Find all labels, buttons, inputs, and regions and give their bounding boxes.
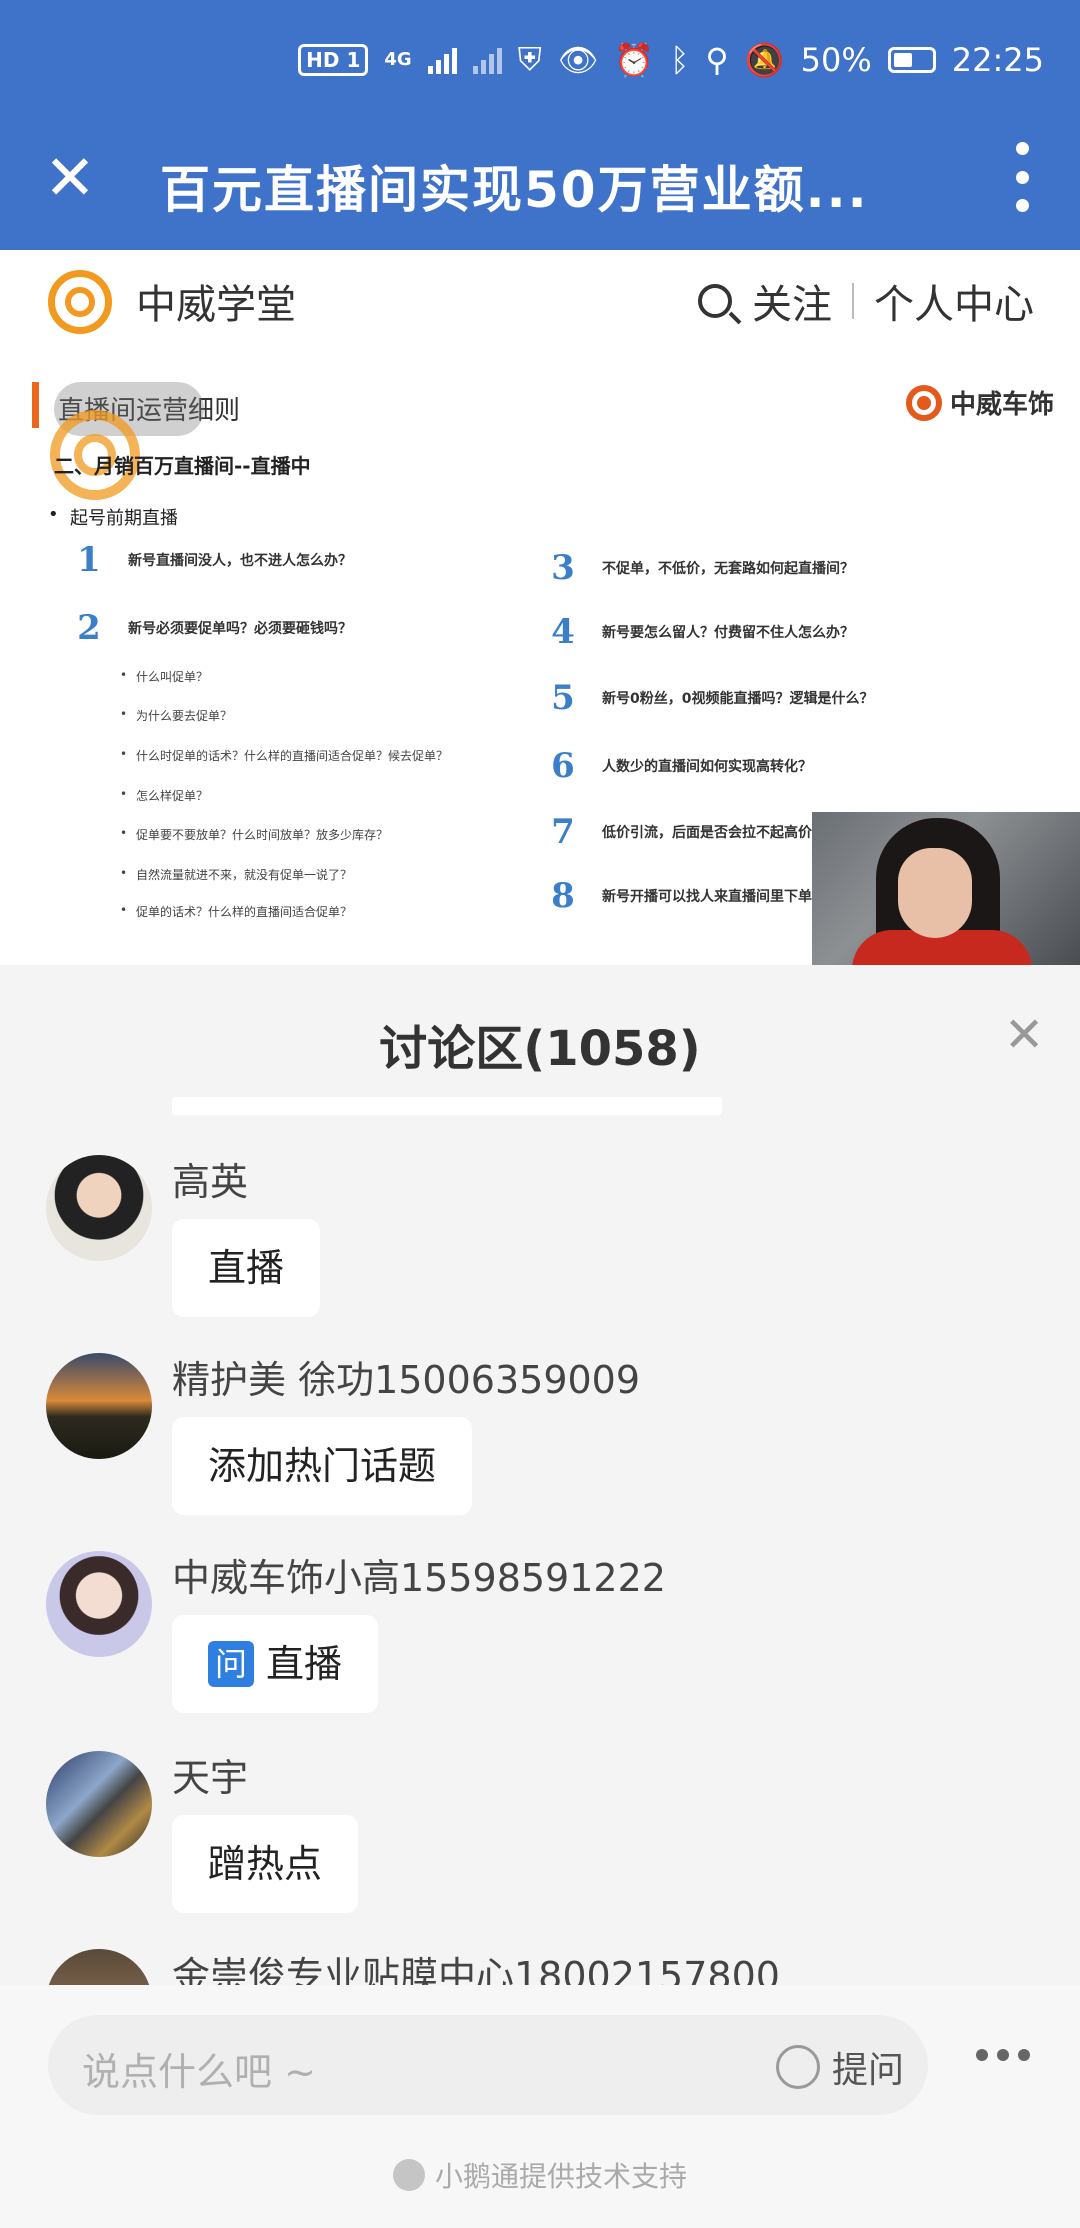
message-bubble[interactable]: 直播 xyxy=(172,1219,321,1317)
title-underline xyxy=(172,1097,722,1115)
sim-label: 1 xyxy=(346,47,361,72)
avatar[interactable] xyxy=(46,1551,152,1657)
comment-input[interactable]: 说点什么吧 ~ 提问 xyxy=(48,2015,928,2115)
profile-link[interactable]: 个人中心 xyxy=(874,272,1034,330)
slide-question: 8 新号开播可以找人来直播间里下单 xyxy=(551,876,812,916)
battery-percent: 50% xyxy=(800,40,872,79)
clock: 22:25 xyxy=(951,40,1044,79)
hd-indicator: HD 1 xyxy=(298,43,369,76)
comment-input-bar: 说点什么吧 ~ 提问 小鹅通提供技术支持 xyxy=(0,1985,1080,2228)
network-type: 4G xyxy=(384,49,412,70)
slide-sub-item: 促单的话术？什么样的直播间适合促单？ xyxy=(120,903,352,920)
message-bubble[interactable]: 问 直播 xyxy=(172,1615,379,1713)
more-menu-icon[interactable] xyxy=(1014,142,1030,212)
signal-strength-icon xyxy=(427,46,457,74)
close-discussion-icon[interactable]: ✕ xyxy=(1004,1011,1044,1059)
slide-question: 5 新号0粉丝，0视频能直播吗？逻辑是什么？ xyxy=(551,678,874,718)
brand-name: 中威车饰 xyxy=(949,390,1054,420)
battery-icon xyxy=(887,46,936,73)
question-tag: 问 xyxy=(208,1641,254,1687)
slide-sub-item: 促单要不要放单？什么时间放单？放多少库存？ xyxy=(120,826,388,843)
ask-label: 提问 xyxy=(831,2050,904,2091)
slide-bullet: 起号前期直播 xyxy=(48,504,178,530)
site-nav: 关注 个人中心 xyxy=(698,272,1034,330)
message-bubble[interactable]: 添加热门话题 xyxy=(172,1417,473,1515)
status-icons: HD 1 4G ⛨ 👁 ⏰ ᛒ ⚲ 🔕 50% 22:25 xyxy=(298,40,1044,79)
slide-sub-item: 什么叫促单？ xyxy=(120,668,208,685)
slide-question: 3 不促单，不低价，无套路如何起直播间？ xyxy=(551,548,854,588)
message-bubble[interactable]: 蹭热点 xyxy=(172,1815,359,1913)
search-icon[interactable] xyxy=(698,284,732,318)
location-icon: ⚲ xyxy=(705,40,729,79)
site-header: 中威学堂 关注 个人中心 xyxy=(0,250,1080,360)
slide-question: 1 新号直播间没人，也不进人怎么办？ xyxy=(77,540,352,580)
slide-brand: 中威车饰 xyxy=(905,384,1054,421)
message-username: 精护美 徐功15006359009 xyxy=(172,1358,641,1402)
follow-button[interactable]: 关注 xyxy=(752,272,832,330)
slide-sub-item: 怎么样促单？ xyxy=(120,787,208,804)
brand-logo-icon xyxy=(905,384,942,421)
discussion-panel: 讨论区(1058) ✕ 高英 直播 精护美 徐功15006359009 添加热门… xyxy=(0,965,1080,2055)
slide-question: 2 新号必须要促单吗？必须要砸钱吗？ xyxy=(77,608,352,648)
video-player[interactable]: 直播间运营细则 中威车饰 二、月销百万直播间--直播中 起号前期直播 1新号直播… xyxy=(0,360,1080,965)
page-title: 百元直播间实现50万营业额... xyxy=(160,161,869,219)
slide-sub-item: 为什么要去促单？ xyxy=(120,707,232,724)
radio-icon[interactable] xyxy=(775,2045,820,2089)
slide-sub-item: 自然流量就进不来，就没有促单一说了？ xyxy=(120,866,352,883)
avatar[interactable] xyxy=(46,1155,152,1261)
close-icon[interactable]: ✕ xyxy=(44,147,104,209)
footer: 小鹅通提供技术支持 xyxy=(0,2155,1080,2195)
bluetooth-icon: ᛒ xyxy=(670,40,690,79)
avatar[interactable] xyxy=(46,1751,152,1857)
ask-question-toggle[interactable]: 提问 xyxy=(775,2041,904,2093)
provider-logo-icon xyxy=(392,2159,425,2191)
slide-question: 6 人数少的直播间如何实现高转化？ xyxy=(551,746,812,786)
slide-sub-item: 什么时促单的话术？什么样的直播间适合促单？候去促单？ xyxy=(120,747,448,764)
site-name: 中威学堂 xyxy=(136,282,296,328)
mute-icon: 🔕 xyxy=(744,40,785,79)
title-bar: ✕ 百元直播间实现50万营业额... xyxy=(0,120,1080,250)
hd-label: HD xyxy=(306,47,340,72)
slide-question: 4 新号要怎么留人？付费留不住人怎么办？ xyxy=(551,612,854,652)
input-placeholder: 说点什么吧 ~ xyxy=(82,2050,316,2094)
slide-accent-bar xyxy=(32,382,39,428)
shield-icon: ⛨ xyxy=(517,40,542,78)
status-bar: HD 1 4G ⛨ 👁 ⏰ ᛒ ⚲ 🔕 50% 22:25 xyxy=(0,0,1080,120)
more-options-icon[interactable] xyxy=(976,2049,1030,2061)
avatar[interactable] xyxy=(46,1353,152,1459)
slide-subtitle: 二、月销百万直播间--直播中 xyxy=(54,454,311,478)
nav-divider xyxy=(852,283,854,319)
eye-icon: 👁 xyxy=(557,40,599,79)
message-username: 天宇 xyxy=(172,1756,249,1800)
message-username: 中威车饰小高15598591222 xyxy=(172,1556,666,1600)
alarm-icon: ⏰ xyxy=(614,40,655,79)
site-logo-icon xyxy=(48,270,112,334)
presenter-camera[interactable] xyxy=(812,812,1080,965)
footer-text: 小鹅通提供技术支持 xyxy=(434,2160,687,2193)
message-username: 高英 xyxy=(172,1160,249,1204)
slide-question: 7 低价引流，后面是否会拉不起高价 xyxy=(551,812,812,852)
signal-strength-2-icon xyxy=(472,46,502,74)
discussion-title: 讨论区(1058) xyxy=(379,1021,701,1077)
